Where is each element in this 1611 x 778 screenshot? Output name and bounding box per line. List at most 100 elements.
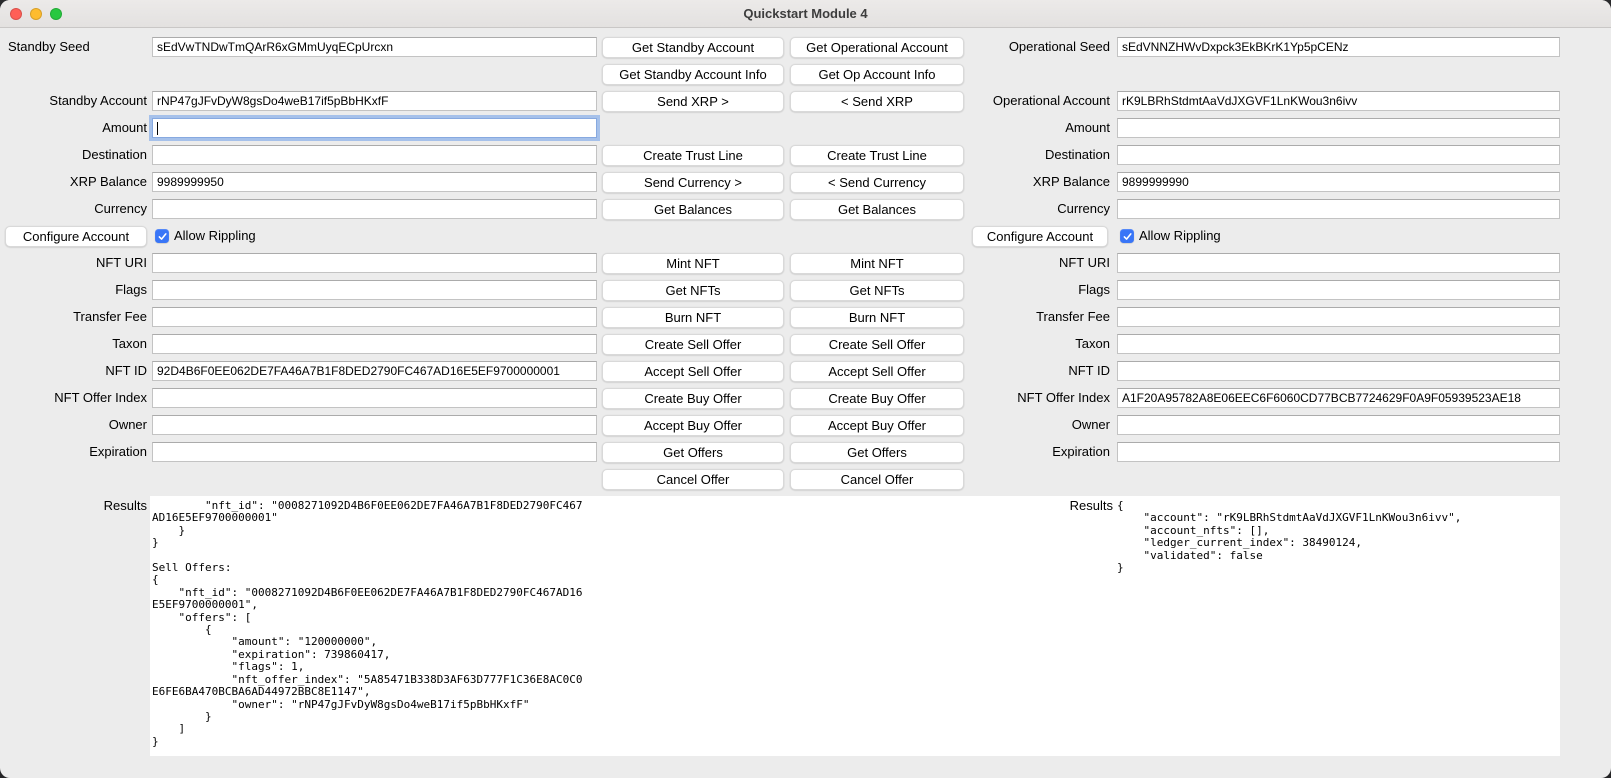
row-xrp-balance: XRP Balance Send Currency > < Send Curre… xyxy=(0,172,1611,192)
row-nft-id: NFT ID Accept Sell Offer Accept Sell Off… xyxy=(0,361,1611,381)
operational-taxon-label: Taxon xyxy=(964,334,1113,354)
standby-currency-input[interactable] xyxy=(152,199,597,219)
operational-transfer-fee-label: Transfer Fee xyxy=(964,307,1113,327)
operational-xrp-balance-label: XRP Balance xyxy=(964,172,1113,192)
standby-taxon-input[interactable] xyxy=(152,334,597,354)
op-create-sell-offer-button[interactable]: Create Sell Offer xyxy=(790,334,964,355)
op-get-offers-button[interactable]: Get Offers xyxy=(790,442,964,463)
standby-xrp-balance-input[interactable] xyxy=(152,172,597,192)
row-currency: Currency Get Balances Get Balances Curre… xyxy=(0,199,1611,219)
standby-accept-buy-offer-button[interactable]: Accept Buy Offer xyxy=(602,415,784,436)
operational-expiration-input[interactable] xyxy=(1117,442,1560,462)
op-allow-rippling-checkbox[interactable] xyxy=(1120,229,1134,243)
minimize-button[interactable] xyxy=(30,8,42,20)
operational-owner-input[interactable] xyxy=(1117,415,1560,435)
standby-results-label: Results xyxy=(0,496,150,516)
standby-flags-input[interactable] xyxy=(152,280,597,300)
standby-currency-label: Currency xyxy=(0,199,150,219)
op-send-xrp-button[interactable]: < Send XRP xyxy=(790,91,964,112)
operational-xrp-balance-input[interactable] xyxy=(1117,172,1560,192)
standby-nft-id-input[interactable] xyxy=(152,361,597,381)
row-account: Standby Account Send XRP > < Send XRP Op… xyxy=(0,91,1611,111)
operational-transfer-fee-input[interactable] xyxy=(1117,307,1560,327)
standby-allow-rippling-checkbox[interactable] xyxy=(155,229,169,243)
close-button[interactable] xyxy=(10,8,22,20)
standby-nft-uri-input[interactable] xyxy=(152,253,597,273)
checkmark-icon xyxy=(1122,231,1133,242)
standby-owner-input[interactable] xyxy=(152,415,597,435)
operational-nft-uri-input[interactable] xyxy=(1117,253,1560,273)
standby-results-text[interactable]: "nft_id": "0008271092D4B6F0EE062DE7FA46A… xyxy=(152,496,597,756)
row-transfer-fee: Transfer Fee Burn NFT Burn NFT Transfer … xyxy=(0,307,1611,327)
operational-nft-id-label: NFT ID xyxy=(964,361,1113,381)
get-op-account-info-button[interactable]: Get Op Account Info xyxy=(790,64,964,85)
op-create-trust-line-button[interactable]: Create Trust Line xyxy=(790,145,964,166)
op-mint-nft-button[interactable]: Mint NFT xyxy=(790,253,964,274)
standby-burn-nft-button[interactable]: Burn NFT xyxy=(602,307,784,328)
standby-seed-label: Standby Seed xyxy=(0,37,150,57)
standby-configure-account-button[interactable]: Configure Account xyxy=(5,226,147,247)
title-bar[interactable]: Quickstart Module 4 xyxy=(0,0,1611,28)
standby-allow-rippling-label: Allow Rippling xyxy=(174,226,256,246)
standby-seed-input[interactable] xyxy=(152,37,597,57)
standby-expiration-label: Expiration xyxy=(0,442,150,462)
row-account-info: Get Standby Account Info Get Op Account … xyxy=(0,64,1611,84)
op-get-nfts-button[interactable]: Get NFTs xyxy=(790,280,964,301)
operational-owner-label: Owner xyxy=(964,415,1113,435)
standby-nft-uri-label: NFT URI xyxy=(0,253,150,273)
operational-amount-input[interactable] xyxy=(1117,118,1560,138)
operational-flags-label: Flags xyxy=(964,280,1113,300)
standby-cancel-offer-button[interactable]: Cancel Offer xyxy=(602,469,784,490)
op-accept-buy-offer-button[interactable]: Accept Buy Offer xyxy=(790,415,964,436)
standby-create-trust-line-button[interactable]: Create Trust Line xyxy=(602,145,784,166)
row-nft-offer-index: NFT Offer Index Create Buy Offer Create … xyxy=(0,388,1611,408)
op-configure-account-button[interactable]: Configure Account xyxy=(972,226,1108,247)
get-standby-account-button[interactable]: Get Standby Account xyxy=(602,37,784,58)
standby-destination-input[interactable] xyxy=(152,145,597,165)
operational-currency-input[interactable] xyxy=(1117,199,1560,219)
standby-account-input[interactable] xyxy=(152,91,597,111)
standby-nft-id-label: NFT ID xyxy=(0,361,150,381)
operational-nft-id-input[interactable] xyxy=(1117,361,1560,381)
standby-amount-input[interactable] xyxy=(152,118,597,138)
op-burn-nft-button[interactable]: Burn NFT xyxy=(790,307,964,328)
op-get-balances-button[interactable]: Get Balances xyxy=(790,199,964,220)
operational-taxon-input[interactable] xyxy=(1117,334,1560,354)
standby-flags-label: Flags xyxy=(0,280,150,300)
operational-seed-input[interactable] xyxy=(1117,37,1560,57)
row-configure: Configure Account Allow Rippling Configu… xyxy=(0,226,1611,246)
get-standby-account-info-button[interactable]: Get Standby Account Info xyxy=(602,64,784,85)
op-accept-sell-offer-button[interactable]: Accept Sell Offer xyxy=(790,361,964,382)
standby-get-offers-button[interactable]: Get Offers xyxy=(602,442,784,463)
row-owner: Owner Accept Buy Offer Accept Buy Offer … xyxy=(0,415,1611,435)
standby-get-nfts-button[interactable]: Get NFTs xyxy=(602,280,784,301)
operational-expiration-label: Expiration xyxy=(964,442,1113,462)
operational-destination-input[interactable] xyxy=(1117,145,1560,165)
row-seed: Standby Seed Get Standby Account Get Ope… xyxy=(0,37,1611,57)
op-cancel-offer-button[interactable]: Cancel Offer xyxy=(790,469,964,490)
operational-flags-input[interactable] xyxy=(1117,280,1560,300)
op-create-buy-offer-button[interactable]: Create Buy Offer xyxy=(790,388,964,409)
standby-get-balances-button[interactable]: Get Balances xyxy=(602,199,784,220)
op-send-currency-button[interactable]: < Send Currency xyxy=(790,172,964,193)
standby-send-xrp-button[interactable]: Send XRP > xyxy=(602,91,784,112)
operational-currency-label: Currency xyxy=(964,199,1113,219)
standby-send-currency-button[interactable]: Send Currency > xyxy=(602,172,784,193)
standby-create-buy-offer-button[interactable]: Create Buy Offer xyxy=(602,388,784,409)
operational-account-input[interactable] xyxy=(1117,91,1560,111)
standby-transfer-fee-input[interactable] xyxy=(152,307,597,327)
standby-mint-nft-button[interactable]: Mint NFT xyxy=(602,253,784,274)
get-operational-account-button[interactable]: Get Operational Account xyxy=(790,37,964,58)
operational-results-label: Results xyxy=(597,496,1117,516)
standby-expiration-input[interactable] xyxy=(152,442,597,462)
standby-nft-offer-index-label: NFT Offer Index xyxy=(0,388,150,408)
standby-create-sell-offer-button[interactable]: Create Sell Offer xyxy=(602,334,784,355)
operational-amount-label: Amount xyxy=(964,118,1113,138)
standby-accept-sell-offer-button[interactable]: Accept Sell Offer xyxy=(602,361,784,382)
standby-nft-offer-index-input[interactable] xyxy=(152,388,597,408)
zoom-button[interactable] xyxy=(50,8,62,20)
operational-nft-offer-index-input[interactable] xyxy=(1117,388,1560,408)
row-nft-uri: NFT URI Mint NFT Mint NFT NFT URI xyxy=(0,253,1611,273)
row-amount: Amount Amount xyxy=(0,118,1611,138)
operational-results-text[interactable]: { "account": "rK9LBRhStdmtAaVdJXGVF1LnKW… xyxy=(1117,496,1560,756)
